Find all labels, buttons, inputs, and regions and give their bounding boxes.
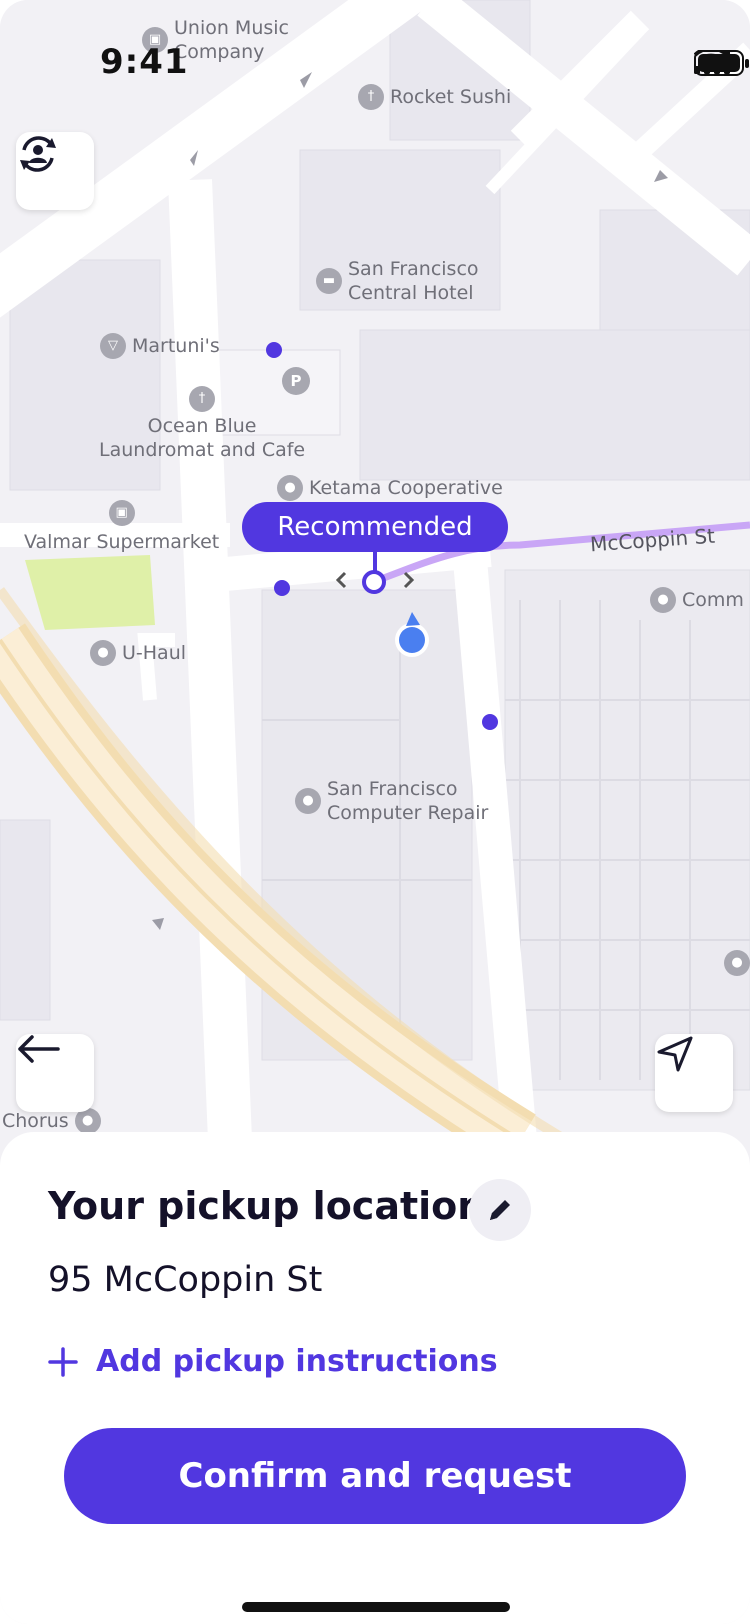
poi-ocean-blue[interactable]: † Ocean Blue Laundromat and Cafe xyxy=(99,386,305,462)
add-pickup-instructions-label: Add pickup instructions xyxy=(96,1344,498,1379)
confirm-request-button[interactable]: Confirm and request xyxy=(64,1428,686,1524)
edit-pickup-button[interactable] xyxy=(469,1179,531,1241)
poi-valmar[interactable]: ▣ Valmar Supermarket xyxy=(24,500,219,554)
poi-unnamed[interactable]: ● xyxy=(724,950,750,976)
map-view[interactable]: ▣ Union Music Company † Rocket Sushi ▬ S… xyxy=(0,0,750,1140)
poi-sf-computer-repair[interactable]: ● San Francisco Computer Repair xyxy=(295,777,488,825)
poi-comm[interactable]: ● Comm xyxy=(650,587,744,613)
home-indicator[interactable] xyxy=(242,1602,510,1612)
status-bar: 9:41 xyxy=(0,38,750,90)
poi-sf-central-hotel[interactable]: ▬ San Francisco Central Hotel xyxy=(316,257,479,305)
poi-uhaul[interactable]: ● Comm U-Haul xyxy=(90,640,186,666)
poi-ketama[interactable]: ● Ketama Cooperative xyxy=(277,475,503,501)
back-button[interactable] xyxy=(16,1034,94,1112)
plus-icon xyxy=(48,1346,78,1377)
recenter-location-button[interactable] xyxy=(655,1034,733,1112)
add-pickup-instructions-link[interactable]: Add pickup instructions xyxy=(48,1344,498,1379)
shopping-bag-icon: ▣ xyxy=(108,500,135,526)
status-time: 9:41 xyxy=(100,42,189,82)
pickup-bottom-sheet: Your pickup location 95 McCoppin St Add … xyxy=(0,1132,750,1624)
person-sync-icon xyxy=(20,136,56,172)
pin-icon: ● xyxy=(277,475,303,501)
sheet-title: Your pickup location xyxy=(48,1184,485,1228)
fork-knife-icon: † xyxy=(189,386,216,412)
pin-icon: ● xyxy=(650,587,676,613)
pin-icon: ● xyxy=(90,640,116,666)
phone-screen: ▣ Union Music Company † Rocket Sushi ▬ S… xyxy=(0,0,750,1624)
pin-icon: ● xyxy=(724,950,750,976)
pencil-icon xyxy=(490,1200,510,1220)
recommended-pickup-tag[interactable]: Recommended xyxy=(242,502,508,552)
switch-rider-button[interactable] xyxy=(16,132,94,210)
battery-icon xyxy=(694,50,749,76)
pickup-address: 95 McCoppin St xyxy=(48,1260,323,1300)
navigation-arrow-icon xyxy=(657,1036,693,1072)
cocktail-icon: ▽ xyxy=(100,333,126,359)
bed-icon: ▬ xyxy=(316,268,342,294)
arrow-left-icon xyxy=(18,1035,60,1063)
map-canvas xyxy=(0,0,750,1140)
pin-icon: ● xyxy=(295,788,321,814)
poi-martunis[interactable]: ▽ Martuni's xyxy=(100,333,220,359)
